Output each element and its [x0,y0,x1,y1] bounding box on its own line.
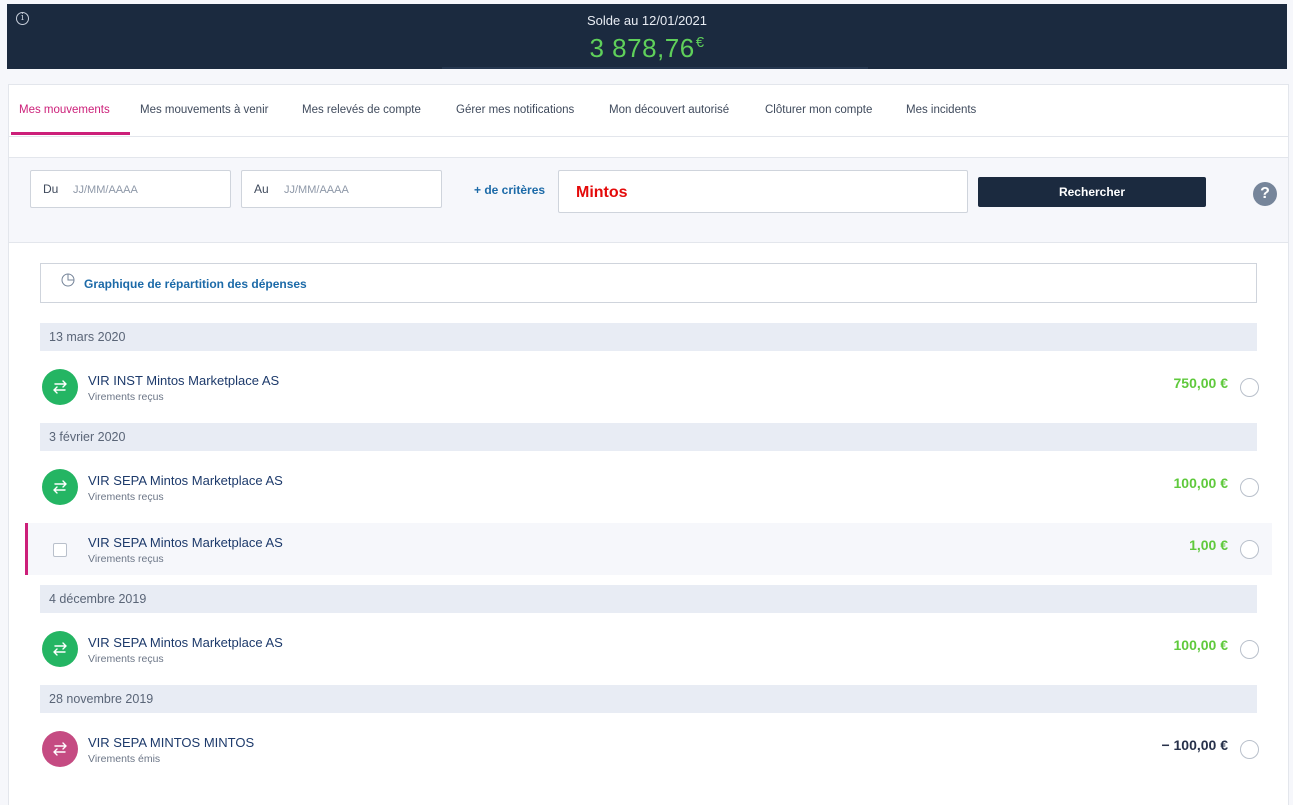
transaction-radio[interactable] [1240,478,1259,497]
date-to-input[interactable] [282,180,426,200]
incoming-transfer-icon [42,631,78,667]
transaction-amount: 100,00 € [1173,637,1229,653]
tab-mes-incidents[interactable]: Mes incidents [906,104,976,116]
transaction-checkbox[interactable] [53,543,67,557]
balance-banner: i Solde au 12/01/2021 3 878,76€ [7,4,1287,69]
tab-mouvements-a-venir[interactable]: Mes mouvements à venir [140,104,268,116]
transaction-radio[interactable] [1240,378,1259,397]
search-filters: Du Au + de critères Rechercher ? [9,157,1288,243]
transaction-title: VIR INST Mintos Marketplace AS [88,373,280,388]
transaction-amount: 100,00 € [1173,475,1229,491]
date-to-label: Au [254,182,269,196]
transaction-title: VIR SEPA MINTOS MINTOS [88,735,255,750]
selection-indicator [25,523,28,575]
transaction-row[interactable]: VIR INST Mintos Marketplace AS Virements… [9,361,1288,413]
transaction-row[interactable]: VIR SEPA Mintos Marketplace AS Virements… [9,461,1288,513]
search-button[interactable]: Rechercher [978,177,1206,207]
date-from-input[interactable] [71,180,215,200]
transaction-amount: 1,00 € [1189,537,1228,553]
transaction-row-selected[interactable]: VIR SEPA Mintos Marketplace AS Virements… [25,523,1272,575]
transaction-category: Virements reçus [88,653,164,665]
incoming-transfer-icon [42,469,78,505]
outgoing-transfer-icon [42,731,78,767]
incoming-transfer-icon [42,369,78,405]
spending-chart-link[interactable]: Graphique de répartition des dépenses [40,263,1257,303]
more-criteria-link[interactable]: + de critères [474,183,545,197]
transaction-category: Virements reçus [88,491,164,503]
transaction-title: VIR SEPA Mintos Marketplace AS [88,473,283,488]
movements-panel: Mes mouvements Mes mouvements à venir Me… [8,84,1289,805]
date-header: 4 décembre 2019 [40,585,1257,613]
tab-mes-mouvements[interactable]: Mes mouvements [19,104,110,116]
balance-value: 3 878,76 [589,33,695,63]
pie-chart-icon [61,273,75,287]
transaction-title: VIR SEPA Mintos Marketplace AS [88,535,283,550]
transaction-category: Virements émis [88,753,161,765]
balance-label: Solde au 12/01/2021 [587,13,707,28]
search-input[interactable] [574,182,958,204]
active-tab-indicator [11,132,130,135]
banner-underline [442,67,868,69]
transaction-row[interactable]: VIR SEPA Mintos Marketplace AS Virements… [9,623,1288,675]
date-header: 28 novembre 2019 [40,685,1257,713]
transaction-category: Virements reçus [88,391,164,403]
transaction-radio[interactable] [1240,740,1259,759]
search-box[interactable] [558,170,968,213]
transaction-title: VIR SEPA Mintos Marketplace AS [88,635,283,650]
spending-chart-label: Graphique de répartition des dépenses [84,277,307,291]
date-from-field[interactable]: Du [30,170,231,208]
balance-currency: € [695,34,705,51]
transaction-radio[interactable] [1240,640,1259,659]
transaction-radio[interactable] [1240,540,1259,559]
transaction-row[interactable]: VIR SEPA MINTOS MINTOS Virements émis − … [9,723,1288,775]
transaction-category: Virements reçus [88,553,164,565]
tab-cloturer-compte[interactable]: Clôturer mon compte [765,104,872,116]
tab-decouvert-autorise[interactable]: Mon découvert autorisé [609,104,729,116]
date-from-label: Du [43,182,59,196]
date-header: 13 mars 2020 [40,323,1257,351]
tab-releves-de-compte[interactable]: Mes relevés de compte [302,104,421,116]
date-header: 3 février 2020 [40,423,1257,451]
transaction-amount: − 100,00 € [1161,737,1228,753]
balance-amount: 3 878,76€ [7,33,1287,64]
help-icon[interactable]: ? [1253,182,1277,206]
tab-gerer-notifications[interactable]: Gérer mes notifications [456,104,574,116]
tab-bar: Mes mouvements Mes mouvements à venir Me… [9,85,1288,137]
transaction-amount: 750,00 € [1173,375,1229,391]
date-to-field[interactable]: Au [241,170,442,208]
